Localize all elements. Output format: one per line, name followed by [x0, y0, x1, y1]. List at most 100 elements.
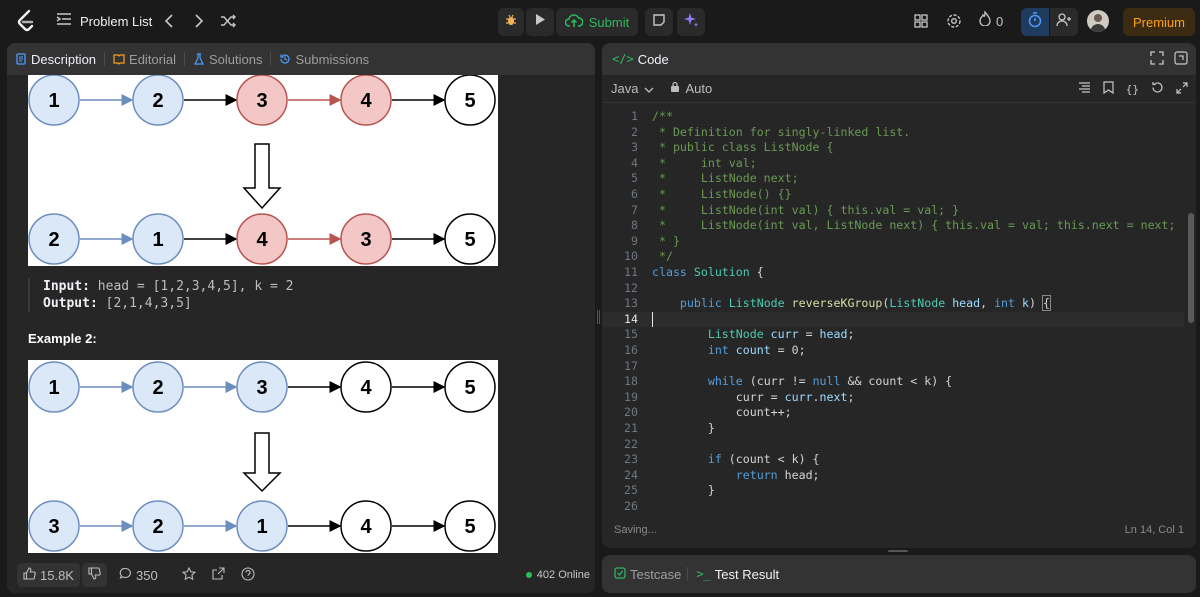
output-label: Output: [43, 296, 98, 311]
node-value: 1 [48, 377, 59, 399]
prev-problem-icon[interactable] [161, 11, 177, 31]
run-button[interactable] [526, 8, 554, 36]
code-line: class Solution { [652, 265, 764, 279]
dislike-button[interactable] [81, 563, 107, 587]
panel-resize-handle[interactable] [597, 310, 600, 324]
maximize-icon[interactable] [1150, 51, 1164, 68]
description-panel: Description Editorial Solutions Submissi… [7, 43, 595, 593]
code-line: * ListNode next; [652, 171, 799, 186]
bookmark-icon[interactable] [1103, 81, 1114, 97]
ai-assistant-button[interactable] [677, 8, 705, 36]
code-line: * ListNode(int val) { this.val = val; } [652, 202, 960, 217]
problem-list-button[interactable]: Problem List [56, 9, 152, 33]
code-line: int count = 0; [707, 343, 806, 357]
online-count: 402 Online [525, 569, 590, 581]
share-button[interactable] [206, 563, 231, 587]
node-value: 2 [152, 516, 163, 538]
language-select[interactable]: Java [611, 81, 654, 96]
share-icon [212, 567, 225, 583]
code-line: return head; [735, 467, 820, 482]
node-value: 5 [464, 229, 475, 251]
settings-gear-icon[interactable] [944, 11, 964, 31]
output-value: [2,1,4,3,5] [105, 296, 192, 311]
tab-submissions[interactable]: Submissions [271, 43, 377, 75]
input-label: Input: [43, 279, 90, 294]
timer-button[interactable] [1021, 8, 1049, 36]
next-problem-icon[interactable] [191, 11, 207, 31]
panel-resize-handle-horizontal[interactable] [888, 550, 908, 552]
line-number: 13 [624, 296, 638, 311]
layout-icon[interactable] [911, 11, 931, 31]
node-value: 3 [360, 229, 371, 251]
checkbox-icon [614, 566, 626, 582]
cloud-upload-icon [564, 13, 584, 31]
book-icon [113, 54, 125, 65]
code-line: public ListNode reverseKGroup(ListNode h… [679, 295, 1051, 312]
line-number: 4 [631, 155, 638, 170]
premium-button[interactable]: Premium [1123, 8, 1195, 36]
code-line: } [652, 421, 715, 435]
list-icon [56, 12, 72, 31]
debug-button[interactable] [498, 8, 524, 36]
code-line: if (count < k) { [707, 452, 820, 467]
streak-counter[interactable]: 0 [979, 10, 1003, 31]
example1-io: Input: head = [1,2,3,4,5], k = 2 Output:… [28, 278, 293, 312]
line-number: 8 [631, 218, 638, 233]
tab-test-result[interactable]: >_ Test Result [688, 558, 787, 590]
favorite-button[interactable] [176, 563, 202, 587]
line-number: 12 [624, 280, 638, 295]
line-number: 18 [624, 374, 638, 389]
line-number: 15 [624, 327, 638, 342]
tab-testcase[interactable]: Testcase [612, 558, 687, 590]
reset-icon[interactable] [1151, 81, 1164, 97]
code-editor[interactable]: 1 /** 2 * Definition for singly-linked li… [602, 109, 1184, 513]
editor-scrollbar[interactable] [1188, 213, 1194, 323]
notes-button[interactable] [645, 8, 673, 36]
line-number: 23 [624, 452, 638, 467]
user-plus-icon [1056, 12, 1072, 32]
auto-mode-toggle[interactable]: Auto [670, 81, 712, 96]
node-value: 1 [256, 516, 267, 538]
collapse-icon[interactable] [1174, 51, 1188, 68]
node-value: 1 [48, 90, 59, 112]
code-line: * Definition for singly-linked list. [652, 124, 911, 139]
text-cursor [652, 311, 660, 327]
line-number: 16 [624, 343, 638, 357]
sparkle-icon [683, 12, 699, 33]
leetcode-logo-icon[interactable] [14, 9, 38, 33]
code-line: * } [652, 233, 680, 248]
thumbs-down-icon [88, 567, 101, 583]
tab-editorial[interactable]: Editorial [105, 43, 184, 75]
tab-solutions[interactable]: Solutions [185, 43, 270, 75]
format-icon[interactable] [1078, 81, 1091, 97]
code-line: while (curr != null && count < k) { [707, 374, 953, 389]
code-line: * ListNode() {} [652, 187, 792, 201]
code-line: } [652, 483, 715, 498]
code-line: * ListNode(int val, ListNode next) { thi… [652, 218, 1184, 233]
add-friend-button[interactable] [1050, 8, 1078, 36]
tab-description[interactable]: Description [7, 43, 104, 75]
editor-toolbar: Java Auto {} [602, 75, 1196, 103]
history-icon [280, 54, 291, 64]
submit-button[interactable]: Submit [556, 8, 638, 36]
shuffle-icon[interactable] [218, 11, 238, 31]
line-number: 21 [624, 421, 638, 435]
chevron-down-icon [644, 81, 654, 96]
code-panel-header: </> Code [602, 43, 1196, 75]
example2-heading: Example 2: [28, 331, 97, 346]
expand-icon[interactable] [1176, 81, 1188, 97]
description-footer: 15.8K 350 402 Online [7, 557, 595, 593]
line-number: 3 [631, 140, 638, 155]
like-button[interactable]: 15.8K [17, 563, 80, 587]
help-button[interactable] [235, 563, 261, 587]
node-value: 2 [152, 90, 163, 112]
line-number: 20 [624, 405, 638, 420]
line-number: 2 [631, 124, 638, 139]
avatar[interactable] [1087, 10, 1109, 32]
question-icon [241, 566, 255, 584]
comments-button[interactable]: 350 [113, 563, 164, 587]
node-value: 2 [48, 229, 59, 251]
description-tabs: Description Editorial Solutions Submissi… [7, 43, 595, 75]
braces-icon[interactable]: {} [1126, 83, 1139, 96]
thumbs-up-icon [23, 567, 36, 583]
